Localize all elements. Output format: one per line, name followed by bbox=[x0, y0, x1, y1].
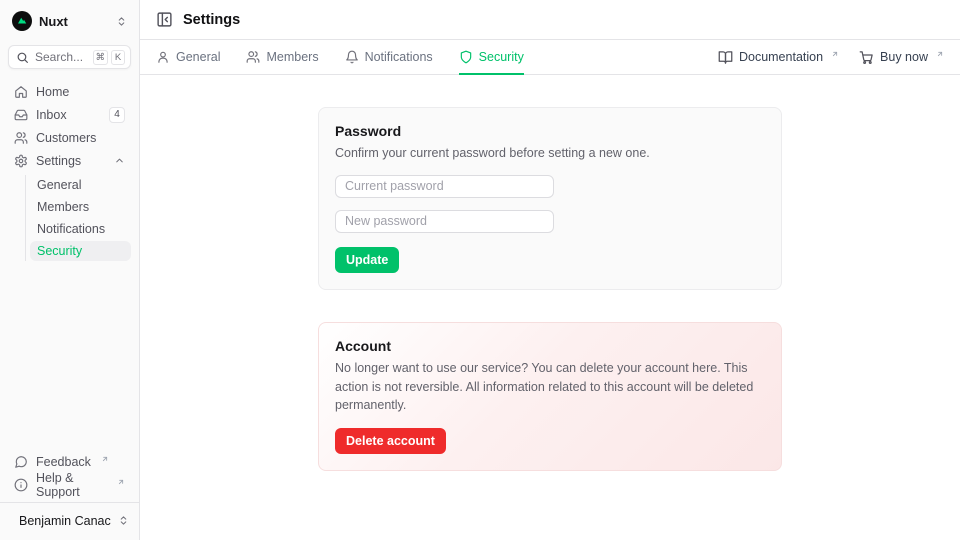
gear-icon bbox=[14, 154, 28, 168]
sidebar-item-label: Home bbox=[36, 85, 69, 99]
sidebar-nav: Home Inbox 4 Customers bbox=[8, 81, 131, 261]
sidebar-item-label: Feedback bbox=[36, 455, 91, 469]
tool-link-label: Documentation bbox=[739, 50, 823, 64]
tab-label: Security bbox=[479, 50, 524, 64]
nuxt-logo-icon bbox=[12, 11, 32, 31]
users-icon bbox=[246, 50, 260, 64]
update-button[interactable]: Update bbox=[335, 247, 399, 273]
tool-link-label: Buy now bbox=[880, 50, 928, 64]
sidebar-subitem-security[interactable]: Security bbox=[30, 241, 131, 261]
page-header: Settings bbox=[140, 0, 960, 40]
password-card: Password Confirm your current password b… bbox=[318, 107, 782, 290]
sidebar-subitem-general[interactable]: General bbox=[30, 175, 131, 195]
tab-general[interactable]: General bbox=[156, 40, 220, 75]
buy-now-link[interactable]: Buy now bbox=[859, 50, 944, 65]
settings-tabs: General Members Notifications bbox=[156, 40, 524, 74]
sidebar-collapse-icon[interactable] bbox=[156, 11, 173, 28]
sidebar-subitem-notifications[interactable]: Notifications bbox=[30, 219, 131, 239]
user-menu[interactable]: Benjamin Canac bbox=[8, 503, 131, 534]
sidebar-subitem-label: General bbox=[37, 178, 81, 192]
user-name: Benjamin Canac bbox=[19, 514, 111, 528]
external-link-icon bbox=[101, 455, 109, 463]
sidebar-item-label: Customers bbox=[36, 131, 96, 145]
tab-label: Notifications bbox=[365, 50, 433, 64]
current-password-field[interactable] bbox=[335, 175, 554, 198]
team-selector[interactable]: Nuxt bbox=[8, 6, 131, 36]
user-icon bbox=[156, 50, 170, 64]
sidebar-spacer bbox=[8, 261, 131, 451]
kbd-k: K bbox=[111, 50, 125, 65]
sidebar-subitem-label: Notifications bbox=[37, 222, 105, 236]
inbox-icon bbox=[14, 108, 28, 122]
settings-subnav: General Members Notifications Security bbox=[25, 175, 131, 261]
bell-icon bbox=[345, 50, 359, 64]
sidebar-subitem-label: Security bbox=[37, 244, 82, 258]
tab-label: General bbox=[176, 50, 220, 64]
team-name: Nuxt bbox=[39, 14, 68, 29]
sidebar-item-feedback[interactable]: Feedback bbox=[8, 451, 131, 472]
settings-toolbar: General Members Notifications bbox=[140, 40, 960, 75]
delete-account-button[interactable]: Delete account bbox=[335, 428, 446, 454]
sidebar-subitem-members[interactable]: Members bbox=[30, 197, 131, 217]
tab-notifications[interactable]: Notifications bbox=[345, 40, 433, 75]
book-icon bbox=[718, 50, 733, 65]
external-link-icon bbox=[831, 50, 839, 58]
new-password-field[interactable] bbox=[335, 210, 554, 233]
sidebar-item-home[interactable]: Home bbox=[8, 81, 131, 102]
account-card: Account No longer want to use our servic… bbox=[318, 322, 782, 471]
kbd-meta: ⌘ bbox=[93, 50, 109, 65]
chevrons-up-down-icon bbox=[116, 16, 127, 27]
chevrons-up-down-icon bbox=[118, 515, 129, 526]
sidebar-item-label: Settings bbox=[36, 154, 81, 168]
sidebar-item-customers[interactable]: Customers bbox=[8, 127, 131, 148]
sidebar: Nuxt Search... ⌘ K Home bbox=[0, 0, 140, 540]
search-shortcut: ⌘ K bbox=[93, 50, 126, 65]
external-link-icon bbox=[117, 478, 125, 486]
external-link-icon bbox=[936, 50, 944, 58]
sidebar-item-settings[interactable]: Settings bbox=[8, 150, 131, 171]
documentation-link[interactable]: Documentation bbox=[718, 50, 839, 65]
cards-column: Password Confirm your current password b… bbox=[318, 107, 782, 471]
inbox-badge: 4 bbox=[109, 107, 125, 123]
page-title: Settings bbox=[183, 12, 240, 28]
search-input[interactable]: Search... ⌘ K bbox=[8, 45, 131, 69]
tab-label: Members bbox=[266, 50, 318, 64]
cart-icon bbox=[859, 50, 874, 65]
tab-security[interactable]: Security bbox=[459, 40, 524, 75]
password-card-description: Confirm your current password before set… bbox=[335, 144, 765, 163]
home-icon bbox=[14, 85, 28, 99]
password-card-title: Password bbox=[335, 123, 765, 139]
sidebar-item-help-support[interactable]: Help & Support bbox=[8, 474, 131, 495]
chevron-up-icon bbox=[114, 155, 125, 166]
account-card-description: No longer want to use our service? You c… bbox=[335, 359, 765, 415]
toolbar-links: Documentation Buy now bbox=[718, 40, 944, 74]
search-placeholder: Search... bbox=[35, 50, 83, 64]
shield-icon bbox=[459, 50, 473, 64]
sidebar-subitem-label: Members bbox=[37, 200, 89, 214]
info-circle-icon bbox=[14, 478, 28, 492]
sidebar-item-label: Help & Support bbox=[36, 471, 107, 499]
sidebar-item-label: Inbox bbox=[36, 108, 67, 122]
tab-members[interactable]: Members bbox=[246, 40, 318, 75]
sidebar-footer: Feedback Help & Support bbox=[8, 451, 131, 495]
main-panel: Settings General Members bbox=[140, 0, 960, 540]
account-card-title: Account bbox=[335, 338, 765, 354]
search-icon bbox=[16, 51, 29, 64]
customers-icon bbox=[14, 131, 28, 145]
chat-bubble-icon bbox=[14, 455, 28, 469]
settings-security-content: Password Confirm your current password b… bbox=[140, 75, 960, 540]
sidebar-item-inbox[interactable]: Inbox 4 bbox=[8, 104, 131, 125]
